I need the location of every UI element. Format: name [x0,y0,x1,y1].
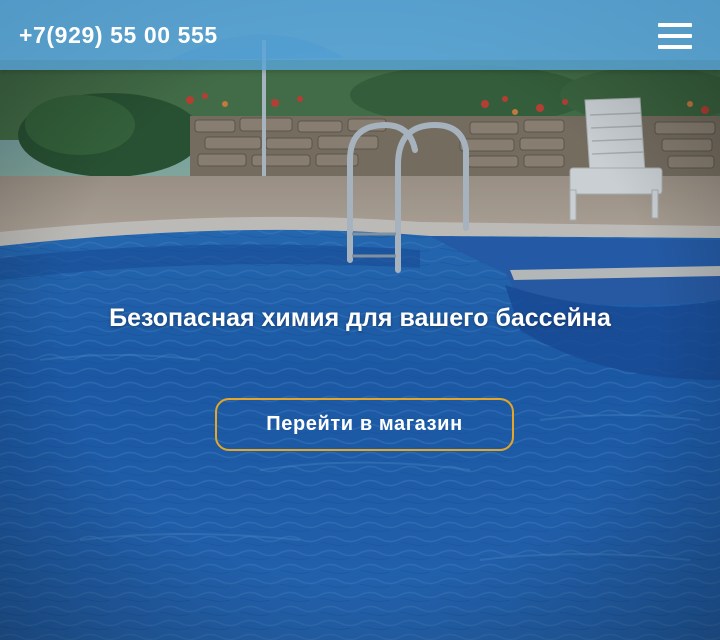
go-to-shop-button[interactable]: Перейти в магазин [215,398,514,451]
hamburger-menu-icon[interactable] [658,23,692,49]
site-header: +7(929) 55 00 555 [0,0,720,70]
hero-headline: Безопасная химия для вашего бассейна [109,304,611,332]
menu-bar [658,23,692,27]
phone-number-link[interactable]: +7(929) 55 00 555 [19,21,218,49]
menu-bar [658,45,692,49]
menu-bar [658,34,692,38]
hero-section: +7(929) 55 00 555 Безопасная химия для в… [0,0,720,640]
